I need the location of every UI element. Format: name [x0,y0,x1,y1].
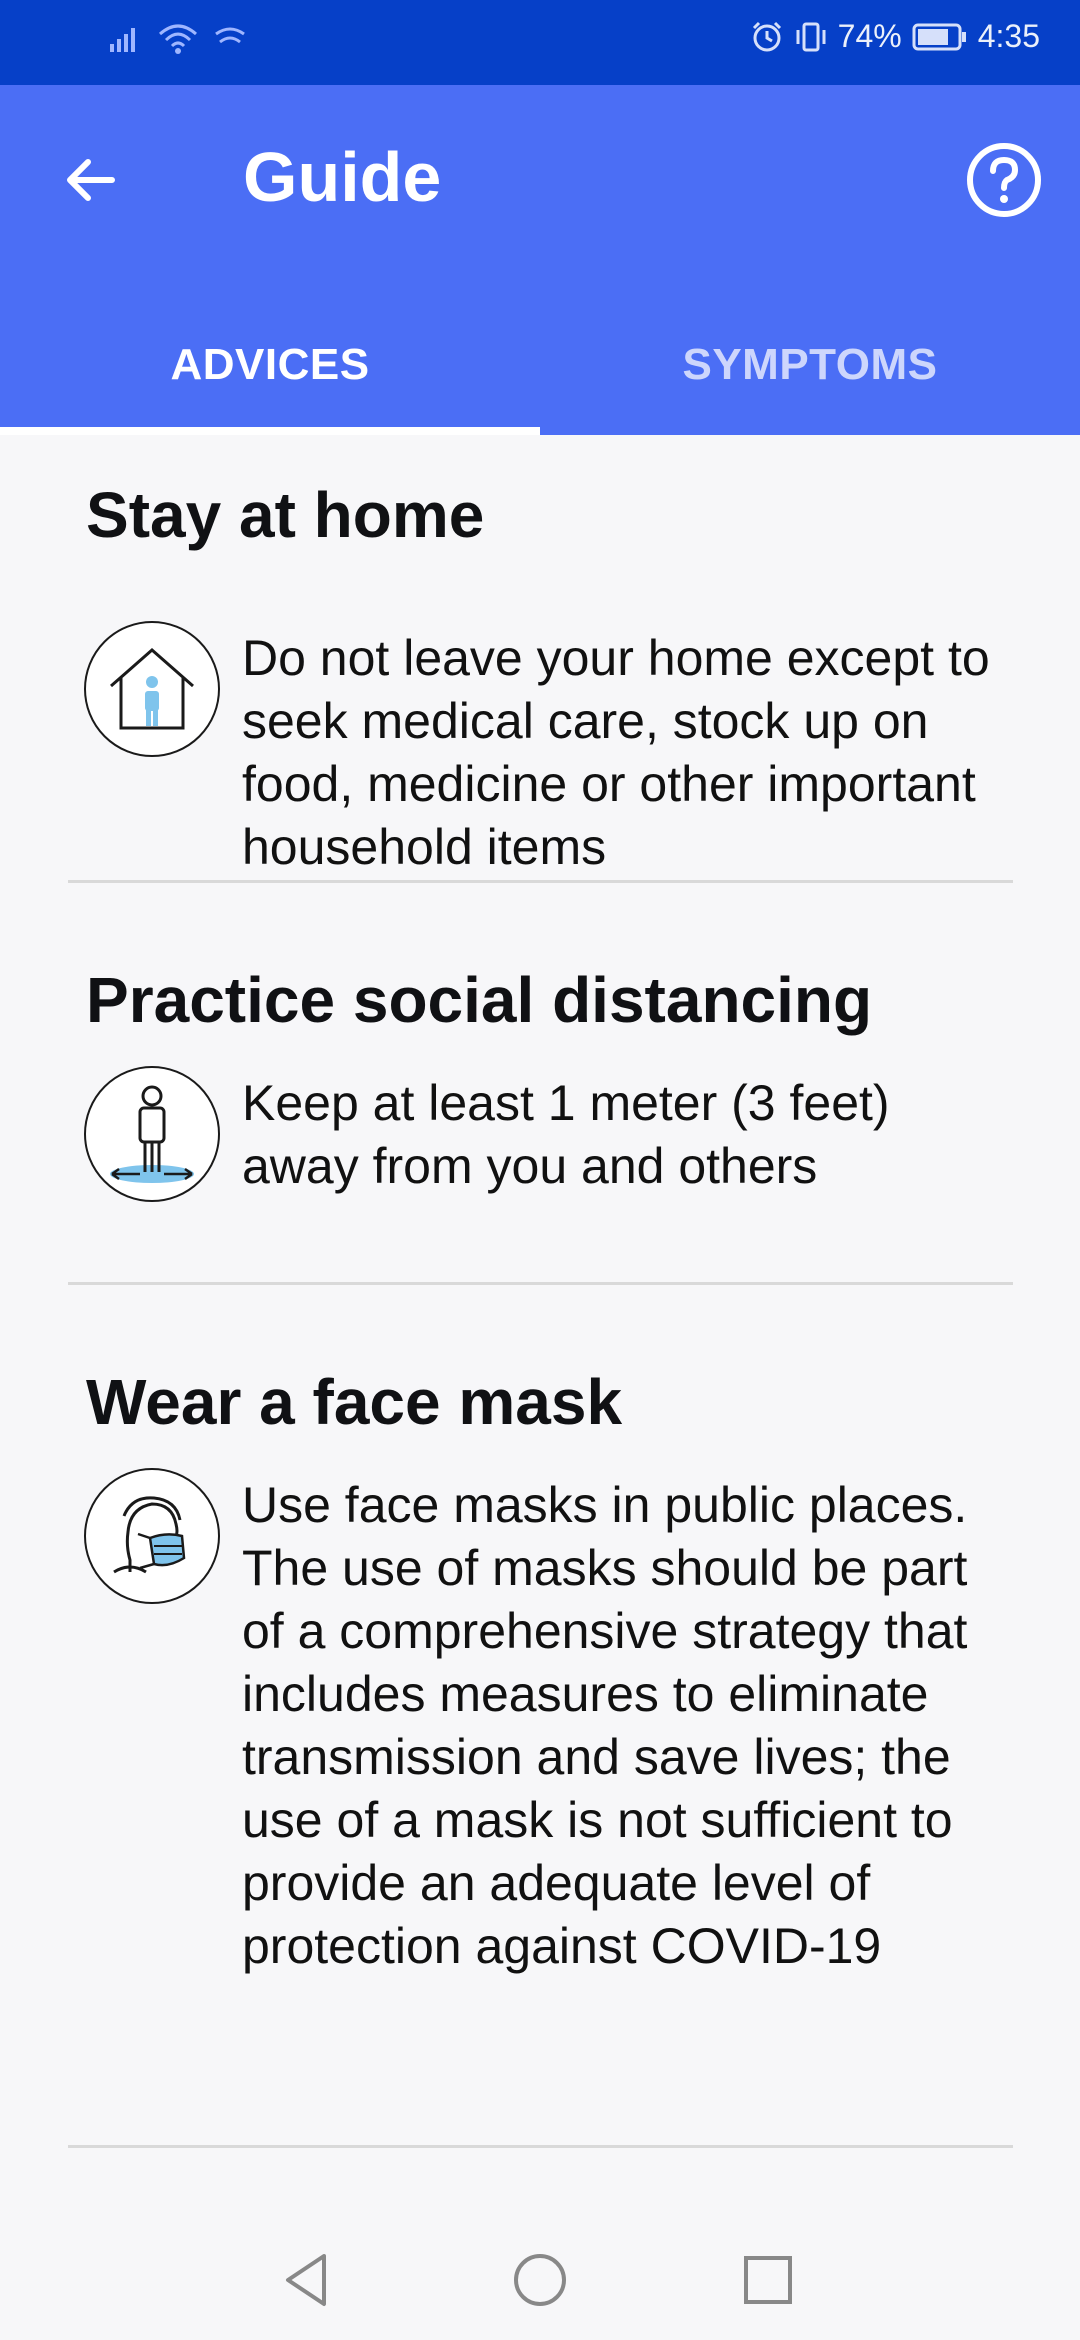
advice-card-social-distancing: Practice social distancing Keep at least… [68,960,1013,1220]
data-icon [215,27,245,44]
tab-symptoms[interactable]: SYMPTOMS [540,295,1080,435]
alarm-icon [752,21,781,51]
status-bar: 74% 4:35 [0,0,1080,85]
arrow-left-icon [67,159,115,201]
wifi-icon [159,24,197,54]
battery-icon [912,23,966,50]
nav-recents-button[interactable] [728,2240,808,2320]
vibrate-icon [796,22,826,51]
tab-advices[interactable]: ADVICES [0,295,540,435]
home-person-icon [84,621,220,757]
back-button[interactable] [50,140,130,220]
divider [68,2145,1013,2148]
advice-card-face-mask: Wear a face mask Use face masks in publi… [68,1362,1013,2062]
battery-percent: 74% [837,18,902,54]
tab-indicator [0,427,540,435]
back-triangle-icon [286,2254,326,2306]
nav-back-button[interactable] [268,2240,348,2320]
status-right: 74% 4:35 [750,18,1040,55]
divider [68,880,1013,883]
advice-text: Do not leave your home except to seek me… [242,630,990,875]
app-bar: Guide ADVICES SYMPTOMS [0,85,1080,435]
home-circle-icon [514,2254,566,2306]
status-left [108,22,248,56]
social-distance-icon [84,1066,220,1202]
divider [68,1282,1013,1285]
advice-text: Use face masks in public places. The use… [242,1477,968,1974]
recents-square-icon [744,2256,792,2304]
help-button[interactable] [964,140,1044,220]
advice-card-stay-at-home: Stay at home Do not leave your home exce… [68,475,1013,875]
face-mask-icon [84,1468,220,1604]
nav-home-button[interactable] [500,2240,580,2320]
page-title: Guide [243,138,442,216]
help-circle-icon [967,143,1041,217]
advice-title: Stay at home [86,479,485,551]
advice-text: Keep at least 1 meter (3 feet) away from… [242,1075,890,1194]
advice-title: Wear a face mask [86,1366,623,1438]
advice-title: Practice social distancing [86,964,873,1036]
system-nav-bar [0,2210,1080,2340]
clock: 4:35 [977,18,1040,54]
signal-icon [110,28,135,52]
